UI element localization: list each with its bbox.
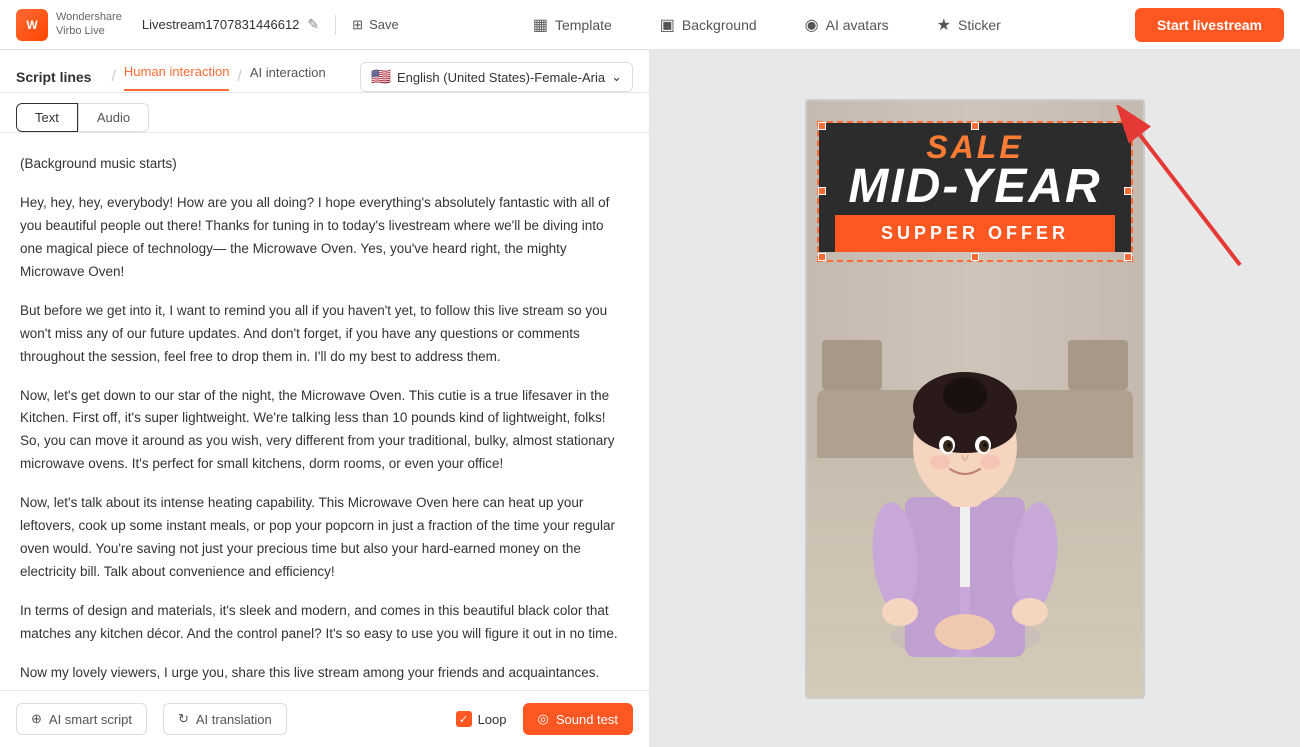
sound-test-label: Sound test — [556, 712, 618, 727]
stream-name: Livestream1707831446612 — [142, 17, 300, 32]
left-panel: Script lines / Human interaction / AI in… — [0, 50, 650, 747]
bottom-toolbar: ⊕ AI smart script ↻ AI translation ✓ Loo… — [0, 690, 649, 747]
main-content: Script lines / Human interaction / AI in… — [0, 50, 1300, 747]
script-content-area[interactable]: (Background music starts) Hey, hey, hey,… — [0, 133, 649, 690]
human-interaction-tab[interactable]: Human interaction — [124, 64, 230, 91]
right-panel: SALE MID-YEAR SUPPER OFFER — [650, 50, 1300, 747]
tab-audio[interactable]: Audio — [78, 103, 149, 132]
loop-label: Loop — [478, 712, 507, 727]
resize-handle-tm[interactable] — [971, 122, 979, 130]
tab-text[interactable]: Text — [16, 103, 78, 132]
loop-checkbox[interactable]: ✓ Loop — [456, 711, 507, 727]
script-header: Script lines / Human interaction / AI in… — [0, 50, 649, 93]
paragraph-6: Now my lovely viewers, I urge you, share… — [20, 662, 629, 685]
save-icon: ⊞ — [352, 17, 363, 33]
background-icon: ▣ — [660, 15, 675, 35]
ai-smart-script-button[interactable]: ⊕ AI smart script — [16, 703, 147, 735]
ai-avatar — [865, 317, 1085, 697]
banner-content: SALE MID-YEAR SUPPER OFFER — [819, 123, 1131, 252]
paragraph-1: Hey, hey, hey, everybody! How are you al… — [20, 192, 629, 284]
resize-handle-bm[interactable] — [971, 253, 979, 261]
nav-ai-avatars[interactable]: ◉ AI avatars — [805, 15, 889, 35]
text-audio-tabs: Text Audio — [0, 93, 649, 133]
banner-midyear-text: MID-YEAR — [819, 163, 1131, 211]
ai-smart-script-icon: ⊕ — [31, 711, 42, 727]
divider — [335, 15, 336, 35]
sale-banner-overlay[interactable]: SALE MID-YEAR SUPPER OFFER — [817, 121, 1133, 262]
ai-avatars-label: AI avatars — [826, 17, 889, 33]
banner-supper-text: SUPPER OFFER — [881, 223, 1069, 243]
app-logo-icon: W — [16, 9, 48, 41]
resize-handle-ml[interactable] — [818, 187, 826, 195]
logo-area: W Wondershare Virbo Live — [16, 9, 122, 41]
save-label: Save — [369, 17, 399, 32]
language-label: English (United States)-Female-Aria — [397, 70, 605, 85]
ai-avatars-icon: ◉ — [805, 15, 819, 35]
header-separator-2: / — [237, 68, 241, 86]
banner-supper-offer: SUPPER OFFER — [835, 215, 1115, 252]
edit-name-icon[interactable]: ✎ — [307, 16, 319, 33]
flag-icon: 🇺🇸 — [371, 67, 391, 87]
chevron-down-icon: ⌄ — [611, 69, 622, 85]
app-name: Wondershare Virbo Live — [56, 11, 122, 37]
checkbox-icon: ✓ — [456, 711, 472, 727]
nav-center: ▦ Template ▣ Background ◉ AI avatars ★ S… — [399, 15, 1135, 35]
script-lines-title: Script lines — [16, 69, 91, 85]
nav-sticker[interactable]: ★ Sticker — [937, 15, 1001, 35]
template-icon: ▦ — [533, 15, 548, 35]
sticker-icon: ★ — [937, 15, 951, 35]
ai-translation-label: AI translation — [196, 712, 272, 727]
start-livestream-button[interactable]: Start livestream — [1135, 8, 1284, 42]
ai-interaction-tab[interactable]: AI interaction — [250, 65, 326, 90]
paragraph-3: Now, let's get down to our star of the n… — [20, 385, 629, 477]
check-mark: ✓ — [459, 713, 468, 726]
ai-translation-icon: ↻ — [178, 711, 189, 727]
header-separator: / — [111, 68, 115, 86]
sound-test-icon: ◎ — [538, 711, 549, 727]
paragraph-2: But before we get into it, I want to rem… — [20, 300, 629, 369]
language-selector[interactable]: 🇺🇸 English (United States)-Female-Aria ⌄ — [360, 62, 633, 92]
template-label: Template — [555, 17, 612, 33]
resize-handle-bl[interactable] — [818, 253, 826, 261]
save-button[interactable]: ⊞ Save — [352, 17, 399, 33]
sound-test-button[interactable]: ◎ Sound test — [523, 703, 634, 735]
resize-handle-tl[interactable] — [818, 122, 826, 130]
background-label: Background — [682, 17, 757, 33]
nav-background[interactable]: ▣ Background — [660, 15, 757, 35]
ai-translation-button[interactable]: ↻ AI translation — [163, 703, 287, 735]
paragraph-5: In terms of design and materials, it's s… — [20, 600, 629, 646]
sticker-label: Sticker — [958, 17, 1001, 33]
red-arrow-indicator — [1090, 105, 1270, 285]
avatar-image — [865, 317, 1065, 677]
paragraph-4: Now, let's talk about its intense heatin… — [20, 492, 629, 584]
ai-smart-script-label: AI smart script — [49, 712, 132, 727]
paragraph-0: (Background music starts) — [20, 153, 629, 176]
nav-template[interactable]: ▦ Template — [533, 15, 612, 35]
top-navigation: W Wondershare Virbo Live Livestream17078… — [0, 0, 1300, 50]
